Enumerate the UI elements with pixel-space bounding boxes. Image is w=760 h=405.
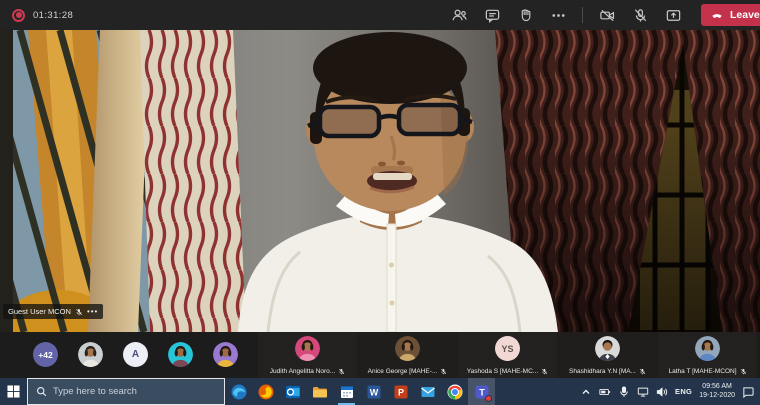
participant-name: Yashoda S [MAHE-MC... [467,368,538,375]
windows-logo-icon [7,385,20,398]
light-curtain [140,30,246,332]
mic-off-icon [541,368,548,375]
chat-icon [484,7,501,24]
avatar [395,336,420,361]
avatar [295,336,320,361]
participant-strip: +42 A [0,332,760,378]
participants-button[interactable] [448,4,470,26]
taskbar-app-edge[interactable] [225,378,252,405]
participant-thumbnail[interactable]: Latha T [MAHE-MCON] [658,332,757,378]
recording-indicator: 01:31:28 [12,9,73,22]
overflow-count-badge[interactable]: +42 [33,342,58,367]
system-tray: ENG 09:56 AM 19-12-2020 [580,378,760,405]
taskbar-app-file-explorer[interactable] [306,378,333,405]
taskbar-search[interactable] [27,378,225,405]
initials-avatar: YS [495,336,520,361]
letter-avatar[interactable]: A [123,342,148,367]
taskbar-app-teams[interactable]: T [468,378,495,405]
word-icon: W [366,384,382,400]
clock-time: 09:56 AM [699,383,735,392]
participant-thumbnail[interactable]: Shashidhara Y.N [MA... [558,332,657,378]
desktop-screen: 01:31:28 [0,0,760,405]
participant-bubble[interactable] [168,342,193,367]
participant-thumbnail[interactable]: Anice George [MAHE-... [358,332,457,378]
taskbar-app-calendar[interactable] [333,378,360,405]
hidden-icons-chevron[interactable] [580,386,592,398]
firefox-icon [258,384,274,400]
phone-hangup-icon [710,8,724,22]
mic-off-icon [639,368,646,375]
mic-off-icon [338,368,345,375]
language-indicator[interactable]: ENG [675,387,692,396]
avatar [78,342,103,367]
mic-off-icon [440,368,447,375]
main-video-tile[interactable]: Guest User MCON ••• [0,30,760,332]
mic-off-icon [632,7,649,24]
svg-text:T: T [479,387,485,397]
participant-name: Guest User MCON [8,307,71,316]
microphone-tray-icon[interactable] [618,386,630,398]
toolbar-divider [582,7,583,23]
search-input[interactable] [53,386,213,397]
avatar [213,342,238,367]
svg-text:P: P [397,387,403,397]
start-button[interactable] [0,378,27,405]
powerpoint-icon: P [393,384,409,400]
network-icon[interactable] [637,386,649,398]
share-screen-button[interactable] [662,4,684,26]
camera-toggle-button[interactable] [596,4,618,26]
svg-text:W: W [369,387,378,397]
participant-name: Anice George [MAHE-... [368,368,438,375]
mic-off-icon [75,308,83,316]
folder-icon [312,384,328,400]
mic-off-icon [740,368,747,375]
participant-thumbnail[interactable]: Judith Angelitta Noro... [258,332,357,378]
taskbar-app-mail[interactable] [414,378,441,405]
taskbar-app-chrome[interactable] [441,378,468,405]
meeting-timer: 01:31:28 [33,10,73,21]
participant-name: Latha T [MAHE-MCON] [668,368,736,375]
notification-badge [485,395,492,402]
outlook-icon [285,384,301,400]
participant-name: Shashidhara Y.N [MA... [569,368,636,375]
mail-icon [420,384,436,400]
avatar [595,336,620,361]
mic-toggle-button[interactable] [629,4,651,26]
tile-more-button[interactable]: ••• [87,309,98,315]
taskbar-clock[interactable]: 09:56 AM 19-12-2020 [699,383,735,400]
chat-button[interactable] [481,4,503,26]
raise-hand-button[interactable] [514,4,536,26]
taskbar-app-firefox[interactable] [252,378,279,405]
speaker-video-scene [0,30,760,332]
camera-off-icon [599,7,616,24]
windows-taskbar: W P [0,378,760,405]
avatar [168,342,193,367]
meeting-toolbar: 01:31:28 [0,0,760,30]
record-icon [12,9,25,22]
participant-bubble[interactable] [213,342,238,367]
participant-name-label: Guest User MCON ••• [3,304,103,319]
participant-name: Judith Angelitta Noro... [270,368,335,375]
leave-button[interactable]: Leave [701,4,760,26]
volume-icon[interactable] [656,386,668,398]
leave-label: Leave [730,9,760,21]
search-icon [36,386,47,397]
share-screen-icon [665,7,682,24]
battery-icon[interactable] [599,386,611,398]
taskbar-app-outlook[interactable] [279,378,306,405]
edge-icon [231,384,247,400]
participant-thumbnail[interactable]: YS Yashoda S [MAHE-MC... [458,332,557,378]
clock-date: 19-12-2020 [699,392,735,401]
calendar-icon [339,384,355,400]
taskbar-app-word[interactable]: W [360,378,387,405]
more-icon [550,7,567,24]
chrome-icon [447,384,463,400]
more-actions-button[interactable] [547,4,569,26]
avatar [695,336,720,361]
raise-hand-icon [517,7,534,24]
taskbar-app-powerpoint[interactable]: P [387,378,414,405]
participant-bubble[interactable] [78,342,103,367]
people-icon [451,7,468,24]
action-center-icon[interactable] [742,386,754,398]
